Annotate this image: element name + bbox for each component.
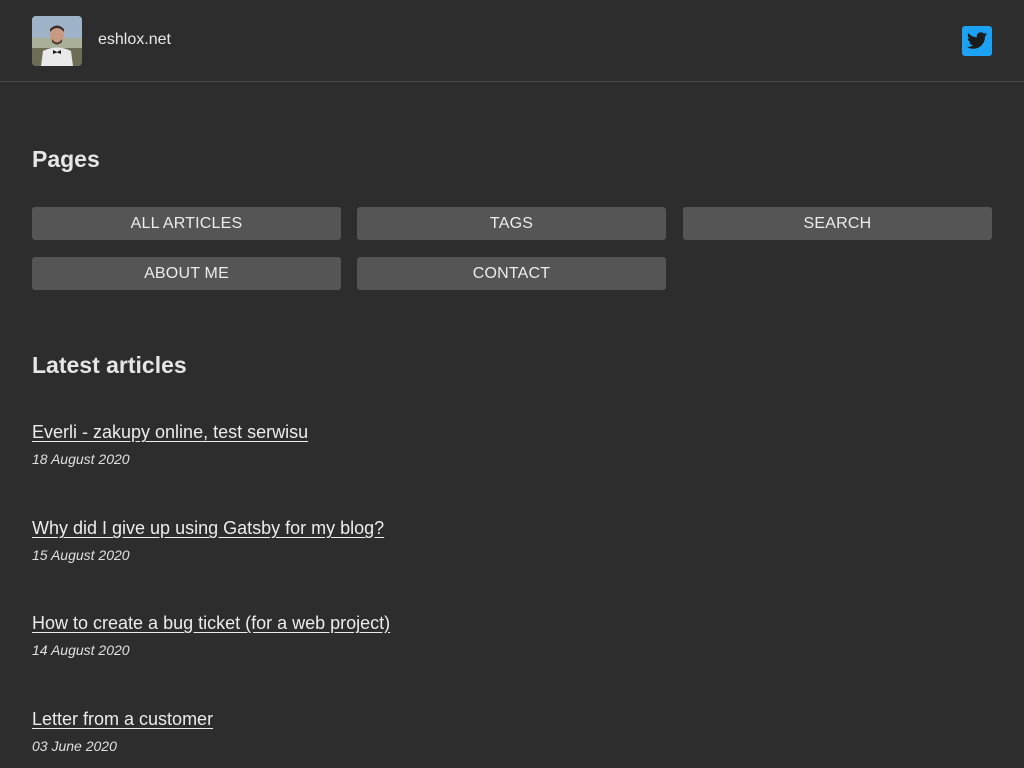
article-item: Everli - zakupy online, test serwisu 18 … (32, 422, 308, 467)
site-header: eshlox.net (0, 0, 1024, 82)
article-date: 14 August 2020 (32, 642, 130, 658)
profile-photo-icon (32, 16, 82, 66)
article-link[interactable]: How to create a bug ticket (for a web pr… (32, 613, 390, 634)
article-link[interactable]: Everli - zakupy online, test serwisu (32, 422, 308, 443)
article-item: How to create a bug ticket (for a web pr… (32, 613, 390, 658)
article-link[interactable]: Letter from a customer (32, 709, 213, 730)
article-date: 18 August 2020 (32, 451, 130, 467)
article-date: 03 June 2020 (32, 738, 117, 754)
article-item: Letter from a customer 03 June 2020 (32, 709, 213, 754)
article-date: 15 August 2020 (32, 547, 130, 563)
search-button[interactable]: SEARCH (683, 207, 992, 240)
article-item: Why did I give up using Gatsby for my bl… (32, 518, 384, 563)
article-link[interactable]: Why did I give up using Gatsby for my bl… (32, 518, 384, 539)
tags-button[interactable]: TAGS (357, 207, 666, 240)
all-articles-button[interactable]: ALL ARTICLES (32, 207, 341, 240)
latest-articles-heading: Latest articles (32, 352, 187, 378)
twitter-button[interactable] (962, 26, 992, 56)
pages-heading: Pages (32, 146, 100, 172)
twitter-icon (966, 32, 988, 49)
about-me-button[interactable]: ABOUT ME (32, 257, 341, 290)
site-name-link[interactable]: eshlox.net (98, 31, 171, 49)
contact-button[interactable]: CONTACT (357, 257, 666, 290)
avatar[interactable] (32, 16, 82, 66)
